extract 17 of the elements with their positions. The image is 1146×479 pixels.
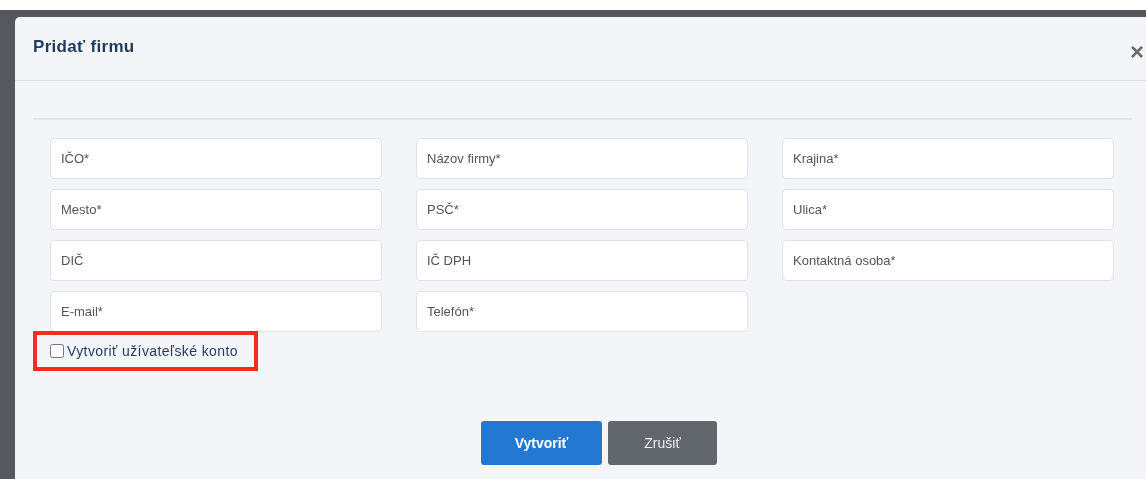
input-field[interactable]: Názov firmy*	[416, 138, 748, 179]
checkbox[interactable]	[50, 344, 64, 358]
cancel-button[interactable]: Zrušiť	[608, 421, 717, 465]
input-field[interactable]: Krajina*	[782, 138, 1114, 179]
create-button[interactable]: Vytvoriť	[481, 421, 602, 465]
close-button[interactable]: ×	[1128, 39, 1146, 64]
input-field[interactable]: IČO*	[50, 138, 382, 179]
input-field[interactable]: Ulica*	[782, 189, 1114, 230]
input-field[interactable]: DIČ	[50, 240, 382, 281]
input-field[interactable]: Mesto*	[50, 189, 382, 230]
input-field[interactable]: Telefón*	[416, 291, 748, 332]
checkbox-label[interactable]: Vytvoriť užívateľské konto	[67, 343, 238, 359]
input-field[interactable]: PSČ*	[416, 189, 748, 230]
input-field[interactable]: IČ DPH	[416, 240, 748, 281]
input-field[interactable]: Kontaktná osoba*	[782, 240, 1114, 281]
dialog-title: Pridať firmu	[33, 36, 135, 57]
input-field[interactable]: E-mail*	[50, 291, 382, 332]
